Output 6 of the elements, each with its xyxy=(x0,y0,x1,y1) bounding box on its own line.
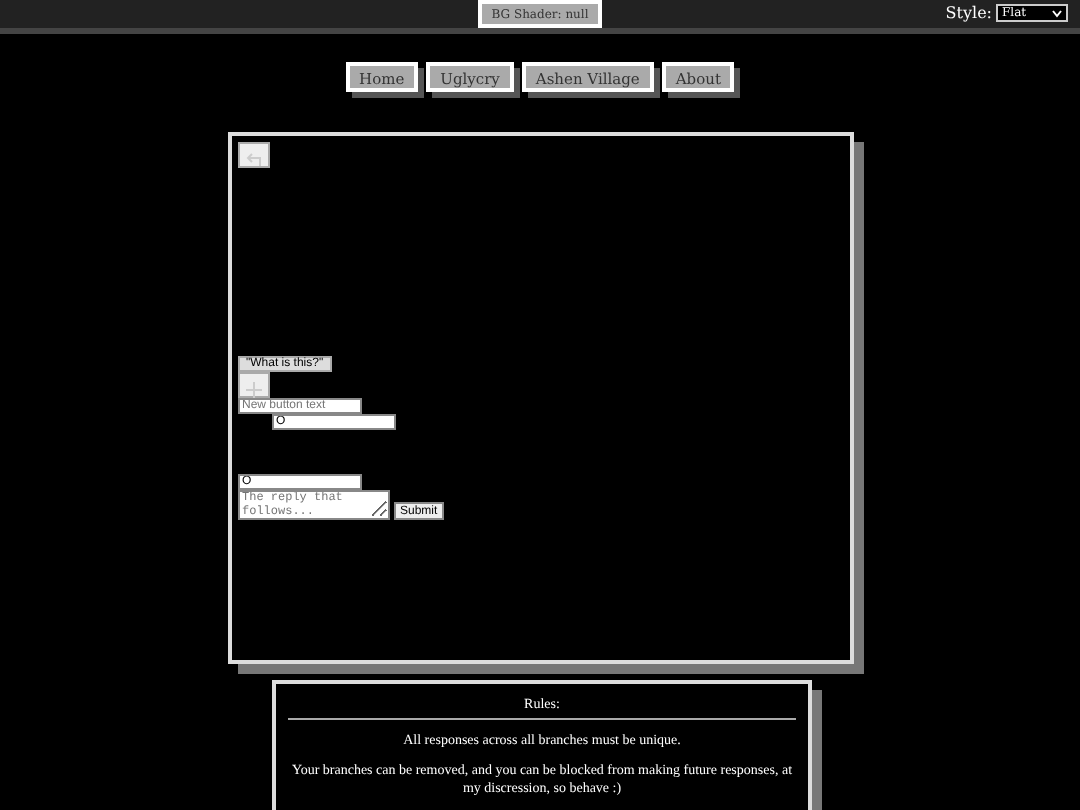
back-button[interactable] xyxy=(238,142,270,168)
plus-icon xyxy=(246,382,262,398)
style-label: Style: xyxy=(945,4,992,22)
back-arrow-icon xyxy=(244,152,264,168)
caret-icon xyxy=(1052,9,1062,17)
add-button[interactable] xyxy=(238,372,270,398)
